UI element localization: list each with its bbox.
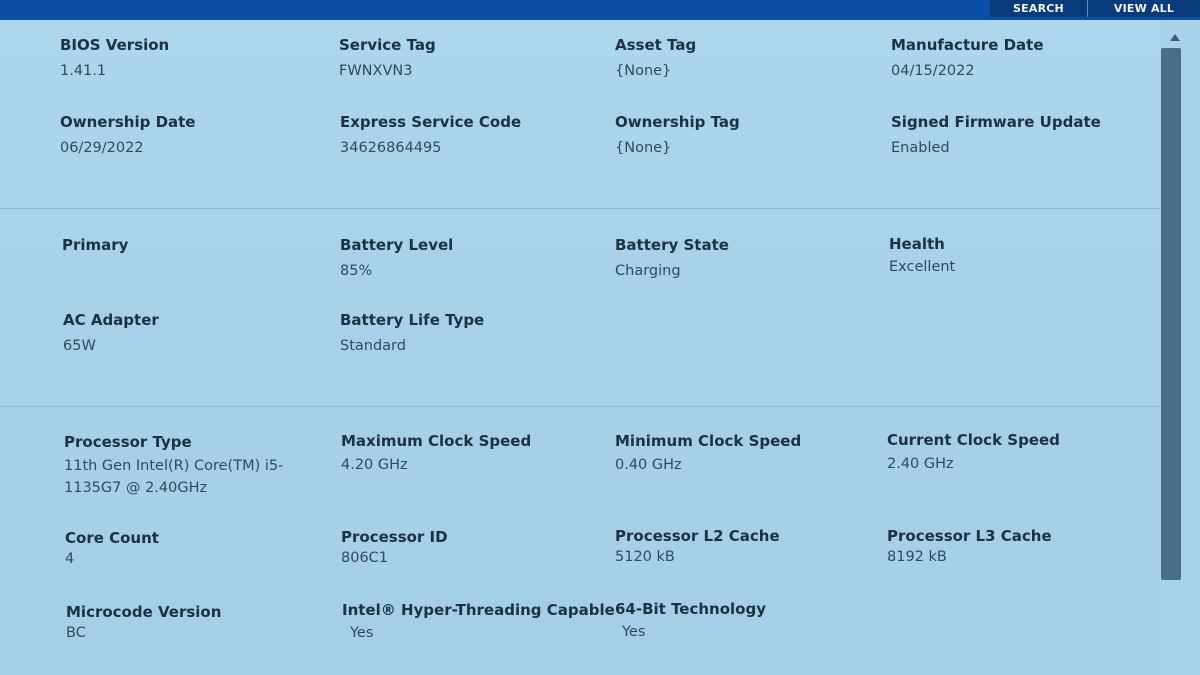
field-value: {None}: [615, 63, 672, 79]
ownership-tag-field: Ownership Tag {None}: [615, 113, 740, 159]
field-label: Ownership Date: [60, 113, 196, 131]
field-label: Core Count: [65, 529, 159, 547]
field-value: 0.40 GHz: [615, 457, 682, 473]
signed-firmware-update-field: Signed Firmware Update Enabled: [891, 113, 1101, 159]
field-value: 806C1: [341, 550, 389, 566]
field-value: 04/15/2022: [891, 63, 975, 79]
field-value: Standard: [340, 338, 406, 354]
asset-tag-field: Asset Tag {None}: [615, 36, 696, 82]
field-value: Yes: [622, 624, 646, 640]
l2-cache-field: Processor L2 Cache 5120 kB: [615, 527, 780, 568]
field-value: 06/29/2022: [60, 140, 144, 156]
field-label: Asset Tag: [615, 36, 697, 54]
max-clock-speed-field: Maximum Clock Speed 4.20 GHz: [341, 432, 531, 476]
field-label: Service Tag: [339, 36, 436, 54]
field-label: Battery Life Type: [340, 311, 485, 329]
bios-version-field: BIOS Version 1.41.1: [60, 36, 169, 82]
field-label: Microcode Version: [66, 603, 222, 621]
l3-cache-field: Processor L3 Cache 8192 kB: [887, 527, 1052, 568]
field-value: 5120 kB: [615, 549, 675, 565]
field-value: 8192 kB: [887, 549, 947, 565]
section-divider: [0, 406, 1165, 407]
field-label: 64-Bit Technology: [615, 600, 766, 618]
field-label: Minimum Clock Speed: [615, 432, 802, 450]
field-label: Maximum Clock Speed: [341, 432, 532, 450]
field-value: FWNXVN3: [339, 63, 413, 79]
hyper-threading-field: Intel® Hyper-Threading Capable Yes: [342, 601, 615, 644]
scroll-up-arrow-icon[interactable]: [1170, 34, 1180, 41]
microcode-version-field: Microcode Version BC: [66, 603, 221, 644]
system-information-panel: BIOS Version 1.41.1 Service Tag FWNXVN3 …: [0, 20, 1165, 675]
field-label: Primary: [62, 236, 129, 254]
field-value: 11th Gen Intel(R) Core(TM) i5-1135G7 @ 2…: [64, 458, 284, 496]
field-label: Processor L3 Cache: [887, 527, 1052, 545]
field-value: Enabled: [891, 140, 950, 156]
field-value: 4.20 GHz: [341, 457, 408, 473]
field-value: {None}: [615, 140, 672, 156]
ownership-date-field: Ownership Date 06/29/2022: [60, 113, 195, 159]
field-label: Ownership Tag: [615, 113, 740, 131]
field-label: Battery State: [615, 236, 729, 254]
field-label: Processor ID: [341, 528, 448, 546]
field-label: AC Adapter: [63, 311, 159, 329]
battery-health-field: Health Excellent: [889, 235, 955, 278]
current-clock-speed-field: Current Clock Speed 2.40 GHz: [887, 431, 1060, 475]
section-divider: [0, 208, 1165, 209]
field-label: Battery Level: [340, 236, 454, 254]
field-value: Yes: [350, 625, 374, 641]
field-label: Processor L2 Cache: [615, 527, 780, 545]
field-label: Express Service Code: [340, 113, 522, 131]
field-value: Excellent: [889, 259, 956, 275]
primary-battery-field: Primary: [62, 236, 128, 254]
bit64-technology-field: 64-Bit Technology Yes: [615, 600, 766, 643]
field-label: Current Clock Speed: [887, 431, 1060, 449]
min-clock-speed-field: Minimum Clock Speed 0.40 GHz: [615, 432, 801, 476]
field-label: Processor Type: [64, 433, 192, 451]
service-tag-field: Service Tag FWNXVN3: [339, 36, 436, 82]
top-toolbar: SEARCH VIEW ALL: [0, 0, 1200, 20]
field-value: Charging: [615, 263, 681, 279]
manufacture-date-field: Manufacture Date 04/15/2022: [891, 36, 1044, 82]
field-label: Health: [889, 235, 945, 253]
field-value: 85%: [340, 263, 373, 279]
view-all-button[interactable]: VIEW ALL: [1088, 0, 1200, 17]
scrollbar-thumb[interactable]: [1161, 48, 1181, 580]
processor-id-field: Processor ID 806C1: [341, 528, 448, 569]
search-button[interactable]: SEARCH: [990, 0, 1087, 17]
field-label: BIOS Version: [60, 36, 170, 54]
field-label: Intel® Hyper-Threading Capable: [342, 601, 615, 619]
express-service-code-field: Express Service Code 34626864495: [340, 113, 521, 159]
core-count-field: Core Count 4: [65, 529, 159, 570]
ac-adapter-field: AC Adapter 65W: [63, 311, 159, 357]
processor-type-field: Processor Type 11th Gen Intel(R) Core(TM…: [64, 433, 336, 499]
field-value: 65W: [63, 338, 96, 354]
battery-state-field: Battery State Charging: [615, 236, 729, 282]
field-value: 1.41.1: [60, 63, 107, 79]
field-value: 4: [65, 551, 75, 567]
field-value: 2.40 GHz: [887, 456, 954, 472]
battery-life-type-field: Battery Life Type Standard: [340, 311, 484, 357]
field-label: Manufacture Date: [891, 36, 1044, 54]
field-value: BC: [66, 625, 86, 641]
battery-level-field: Battery Level 85%: [340, 236, 453, 282]
field-value: 34626864495: [340, 140, 442, 156]
field-label: Signed Firmware Update: [891, 113, 1101, 131]
